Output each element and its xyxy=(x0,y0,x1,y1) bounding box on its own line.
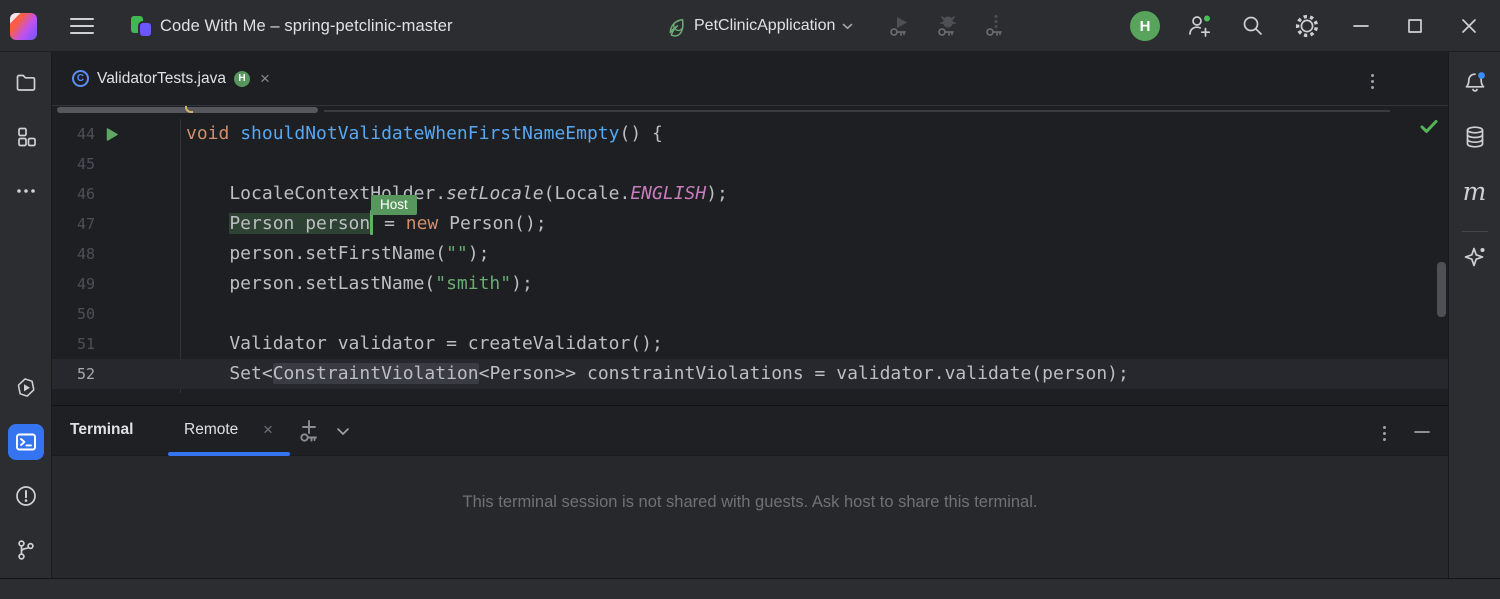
line-number: 46 xyxy=(52,179,95,209)
debug-locked-icon[interactable] xyxy=(935,13,961,39)
line-number: 49 xyxy=(52,269,95,299)
code-with-me-icon xyxy=(131,14,153,38)
code-text: Set<ConstraintViolation<Person>> constra… xyxy=(186,359,1129,389)
code-text: person.setFirstName(""); xyxy=(186,239,489,269)
maven-tool-button[interactable]: m xyxy=(1457,173,1493,209)
code-text: person.setLastName("smith"); xyxy=(186,269,533,299)
line-number: 45 xyxy=(52,149,95,179)
window-close-button[interactable] xyxy=(1454,11,1484,41)
code-lines: 44 void shouldNotValidateWhenFirstNameEmp… xyxy=(52,106,1448,405)
editor-tab-bar: C ValidatorTests.java H × xyxy=(52,52,1448,106)
active-tab-underline xyxy=(168,452,290,456)
search-icon[interactable] xyxy=(1238,11,1268,41)
run-configuration-selector[interactable]: PetClinicApplication xyxy=(660,12,859,41)
terminal-dropdown-chevron-icon[interactable] xyxy=(336,427,350,436)
host-file-badge: H xyxy=(234,71,250,87)
code-line[interactable]: 49 person.setLastName("smith"); xyxy=(52,269,1448,299)
code-line[interactable]: 45 xyxy=(52,149,1448,179)
left-tool-rail xyxy=(0,52,52,578)
ai-assistant-button[interactable] xyxy=(1457,240,1493,276)
structure-icon xyxy=(15,126,37,148)
code-text: Person person = new Person(); xyxy=(186,209,547,239)
code-line[interactable]: 51 Validator validator = createValidator(… xyxy=(52,329,1448,359)
terminal-icon xyxy=(15,431,37,453)
right-tool-rail: m xyxy=(1448,52,1500,578)
terminal-not-shared-message: This terminal session is not shared with… xyxy=(52,493,1448,512)
structure-tool-button[interactable] xyxy=(8,119,44,155)
ai-sparkle-icon xyxy=(1462,245,1488,271)
run-configuration-label: PetClinicApplication xyxy=(694,17,835,35)
tab-file-name: ValidatorTests.java xyxy=(97,70,226,88)
git-tool-button[interactable] xyxy=(8,532,44,568)
invite-participant-icon[interactable] xyxy=(1184,11,1214,41)
code-text: LocaleContextHolder.setLocale(Locale.ENG… xyxy=(186,179,728,209)
code-line[interactable]: 48 person.setFirstName(""); xyxy=(52,239,1448,269)
code-line[interactable]: 44 void shouldNotValidateWhenFirstNameEmp… xyxy=(52,119,1448,149)
chevron-down-icon xyxy=(842,23,853,30)
line-number: 47 xyxy=(52,209,95,239)
code-editor[interactable]: 44 void shouldNotValidateWhenFirstNameEmp… xyxy=(52,106,1448,405)
rail-divider xyxy=(1462,231,1488,232)
terminal-minimize-icon[interactable] xyxy=(1410,420,1434,444)
window-minimize-button[interactable] xyxy=(1346,11,1376,41)
host-cursor-label: Host xyxy=(371,195,417,215)
tab-close-icon[interactable]: × xyxy=(258,70,272,87)
code-line[interactable]: 46 LocaleContextHolder.setLocale(Locale.E… xyxy=(52,179,1448,209)
ide-window: Code With Me – spring-petclinic-master P… xyxy=(0,0,1500,599)
more-tool-windows-button[interactable] xyxy=(8,173,44,209)
new-terminal-locked-icon[interactable] xyxy=(295,418,323,446)
title-bar: Code With Me – spring-petclinic-master P… xyxy=(0,0,1500,52)
git-branch-icon xyxy=(15,539,37,561)
status-bar-area xyxy=(0,578,1500,599)
window-maximize-button[interactable] xyxy=(1400,11,1430,41)
database-icon xyxy=(1463,125,1487,149)
code-line[interactable]: 47 Person person = new Person(); xyxy=(52,209,1448,239)
line-number: 51 xyxy=(52,329,95,359)
code-text: void shouldNotValidateWhenFirstNameEmpty… xyxy=(186,119,663,149)
line-number: 44 xyxy=(52,119,95,149)
code-line[interactable]: 52 Set<ConstraintViolation<Person>> const… xyxy=(52,359,1448,389)
terminal-tool-button[interactable] xyxy=(8,424,44,460)
code-line[interactable]: 50 xyxy=(52,299,1448,329)
settings-gear-icon[interactable] xyxy=(1292,11,1322,41)
intellij-logo-icon xyxy=(10,13,37,40)
line-number: 48 xyxy=(52,239,95,269)
editor-options-kebab-icon[interactable] xyxy=(1367,70,1378,93)
user-avatar[interactable]: H xyxy=(1130,11,1160,41)
terminal-content[interactable]: This terminal session is not shared with… xyxy=(52,456,1448,578)
editor-scrollbar[interactable] xyxy=(1437,262,1446,317)
problems-tool-button[interactable] xyxy=(8,478,44,514)
java-class-icon: C xyxy=(72,70,89,87)
inspections-ok-icon[interactable] xyxy=(1420,119,1438,134)
terminal-tab-remote[interactable]: Remote xyxy=(184,421,238,439)
window-title: Code With Me – spring-petclinic-master xyxy=(160,17,453,36)
code-text: Validator validator = createValidator(); xyxy=(186,329,663,359)
terminal-tab-close-icon[interactable]: × xyxy=(263,420,273,440)
maven-m-icon: m xyxy=(1463,179,1487,204)
line-number: 52 xyxy=(52,359,95,389)
terminal-options-kebab-icon[interactable] xyxy=(1379,422,1390,445)
line-number: 50 xyxy=(52,299,95,329)
main-menu-button[interactable] xyxy=(70,13,94,39)
run-locked-icon[interactable] xyxy=(887,13,913,39)
project-tool-button[interactable] xyxy=(8,65,44,101)
spring-boot-icon xyxy=(666,16,687,37)
services-tool-button[interactable] xyxy=(8,370,44,406)
run-hexagon-icon xyxy=(14,376,38,400)
notifications-button[interactable] xyxy=(1457,65,1493,101)
database-tool-button[interactable] xyxy=(1457,119,1493,155)
run-test-gutter-icon[interactable] xyxy=(105,127,119,142)
more-dots-icon xyxy=(15,180,37,202)
bell-icon xyxy=(1462,70,1488,96)
folder-icon xyxy=(15,72,37,94)
terminal-panel-header: Terminal Remote × xyxy=(52,405,1448,456)
more-run-options-locked-icon[interactable] xyxy=(983,13,1009,39)
terminal-panel-title[interactable]: Terminal xyxy=(70,421,133,439)
tab-validatortests[interactable]: C ValidatorTests.java H × xyxy=(52,52,286,105)
problems-exclamation-icon xyxy=(14,484,38,508)
